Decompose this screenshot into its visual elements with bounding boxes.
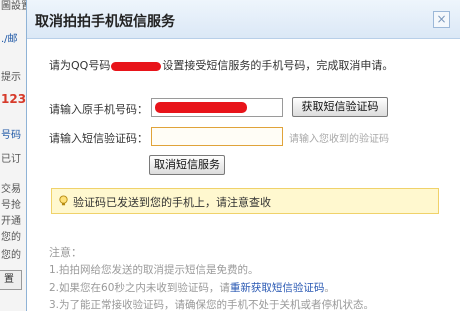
close-icon: × [436, 12, 447, 26]
resend-code-link[interactable]: 重新获取短信验证码 [230, 282, 325, 294]
note-item: 3.为了能正常接收验证码，请确保您的手机不处于关机或者停机状态。 [49, 299, 375, 311]
notice-text: 验证码已发送到您的手机上，请注意查收 [73, 196, 271, 209]
notice-box: 验证码已发送到您的手机上，请注意查收 [51, 188, 439, 214]
lightbulb-icon [59, 195, 68, 206]
background-text: 提示 [1, 72, 21, 83]
code-hint: 请输入您收到的验证码 [289, 134, 389, 145]
dialog-titlebar: 取消拍拍手机短信服务 × [27, 0, 460, 39]
background-text: 123 [1, 92, 27, 106]
background-link[interactable]: ./邮 [1, 30, 18, 45]
background-text: 您的 [1, 250, 21, 261]
redacted-qq-number [111, 61, 162, 71]
close-button[interactable]: × [433, 11, 450, 28]
note-item: 2.如果您在60秒之内未收到验证码，请重新获取短信验证码。 [49, 280, 335, 295]
background-text: 开通 [1, 216, 21, 227]
background-link[interactable]: 号码 [1, 126, 21, 141]
note-text: 2.如果您在60秒之内未收到验证码，请 [49, 282, 230, 294]
background-button[interactable]: 置 [0, 270, 22, 290]
dialog-title: 取消拍拍手机短信服务 [35, 14, 175, 30]
intro-text: 请为QQ号码 设置接受短信服务的手机号码，完成取消申请。 [49, 57, 393, 73]
cancel-sms-dialog: 取消拍拍手机短信服务 × 请为QQ号码 设置接受短信服务的手机号码，完成取消申请。… [26, 0, 460, 311]
code-input[interactable] [151, 127, 283, 146]
phone-input[interactable] [151, 98, 283, 117]
note-item: 1.拍拍网给您发送的取消提示短信是免费的。 [49, 264, 259, 276]
get-code-button[interactable]: 获取短信验证码 [292, 97, 388, 117]
intro-prefix: 请为QQ号码 [49, 59, 111, 72]
background-text: 已订 [1, 154, 21, 165]
intro-suffix: 设置接受短信服务的手机号码，完成取消申请。 [162, 59, 394, 72]
background-text: 号抢 [1, 200, 21, 211]
redacted-phone-number [155, 102, 247, 113]
background-text: 交易 [1, 184, 21, 195]
note-suffix: 。 [324, 282, 335, 294]
phone-label: 请输入原手机号码： [49, 103, 148, 116]
code-label: 请输入短信验证码： [49, 132, 148, 145]
cancel-service-button[interactable]: 取消短信服务 [149, 155, 225, 175]
background-page: 圖設置 ./邮 提示 123 号码 已订 交易 号抢 开通 您的 您的 置 [0, 0, 31, 311]
notes-title: 注意： [49, 246, 82, 259]
background-text: 您的 [1, 232, 21, 243]
